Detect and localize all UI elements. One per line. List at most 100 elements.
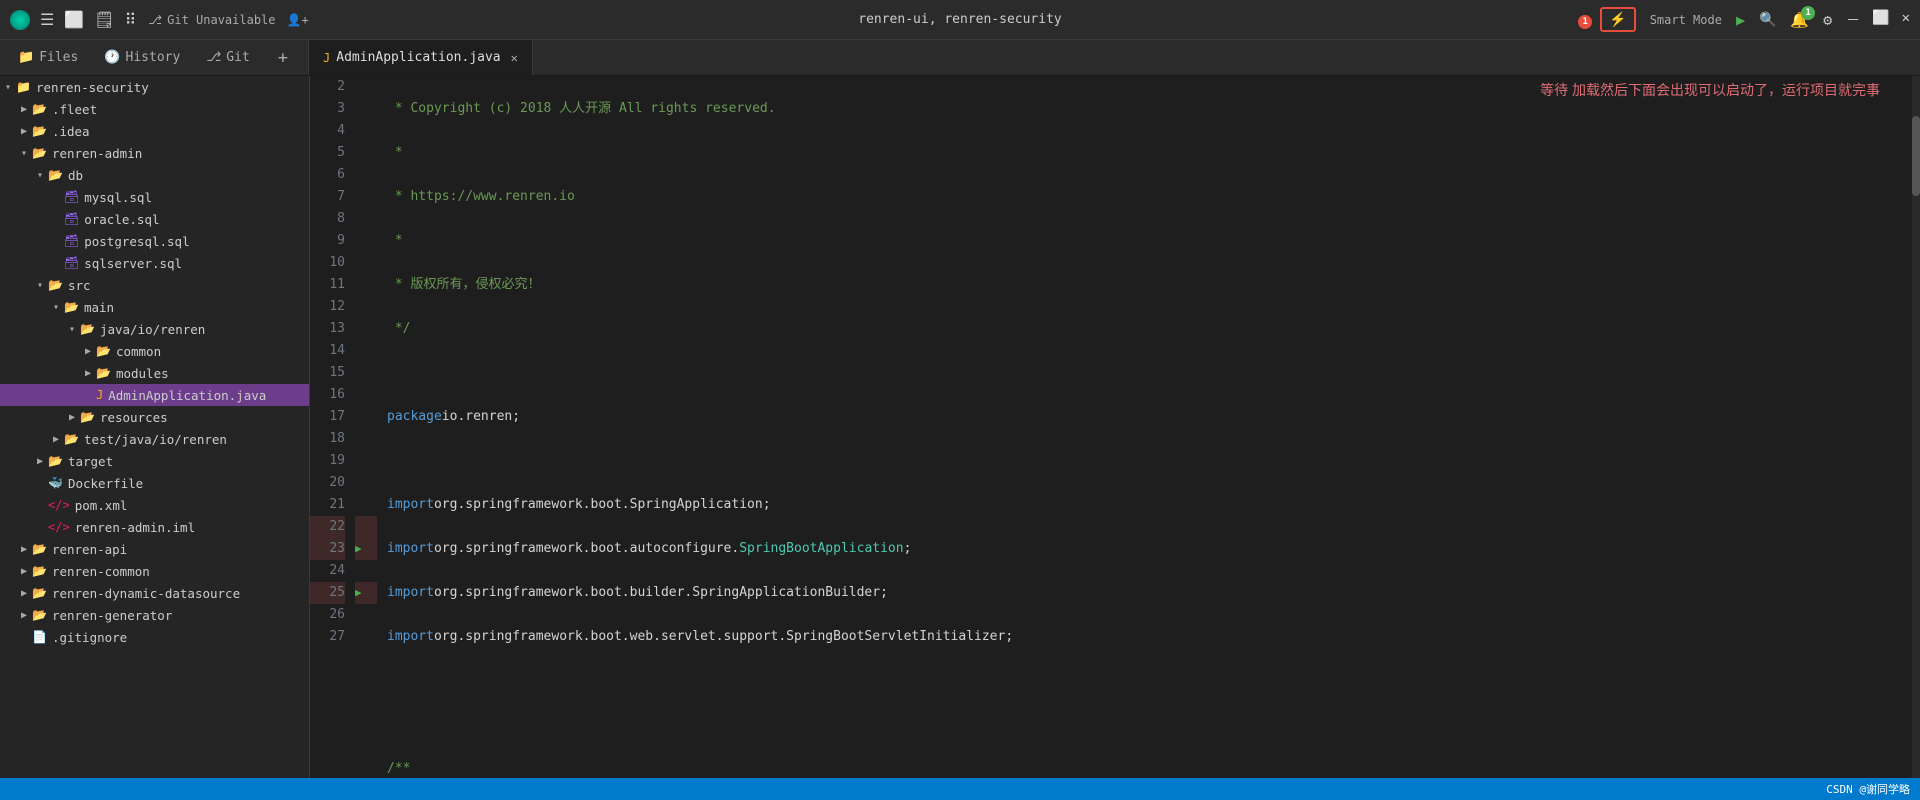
- oracle-file-icon: 🗃: [64, 212, 79, 226]
- tree-item-idea[interactable]: ▶ 📂 .idea: [0, 120, 309, 142]
- search-icon[interactable]: 🔍: [1759, 12, 1776, 28]
- badge-count: 1: [1578, 15, 1592, 29]
- git-status: ⎇ Git Unavailable 👤+: [148, 13, 308, 27]
- main-folder-icon: 📂: [64, 300, 79, 314]
- tree-item-iml[interactable]: </> renren-admin.iml: [0, 516, 309, 538]
- code-line-7: */: [387, 318, 1912, 340]
- bottom-attribution: CSDN @谢同学略: [1826, 781, 1910, 797]
- java-file-icon: J: [323, 51, 330, 65]
- window-controls: － ⬜ ✕: [1846, 10, 1910, 30]
- code-line-2: * Copyright (c) 2018 人人开源 All rights res…: [387, 98, 1912, 120]
- title-bar-right: 1 ⚡ Smart Mode ▶ 🔍 🔔1 ⚙ － ⬜ ✕: [1586, 7, 1910, 32]
- tab-section-left: 📁 Files 🕐 History ⎇ Git +: [0, 40, 309, 75]
- editor-tab-close-button[interactable]: ✕: [511, 51, 518, 65]
- git-tab-icon: ⎇: [206, 50, 221, 65]
- code-line-16: [387, 714, 1912, 736]
- run-icon[interactable]: ▶: [1736, 11, 1745, 29]
- gitignore-file-icon: 📄: [32, 630, 47, 644]
- grid-icon[interactable]: ⠿: [125, 10, 137, 29]
- maximize-button[interactable]: ⬜: [1872, 10, 1889, 30]
- git-icon: ⎇: [148, 13, 162, 27]
- postgresql-file-icon: 🗃: [64, 234, 79, 248]
- code-line-4: * https://www.renren.io: [387, 186, 1912, 208]
- tab-git[interactable]: ⎇ Git: [200, 40, 255, 75]
- tree-item-renren-common[interactable]: ▶ 📂 renren-common: [0, 560, 309, 582]
- tree-item-resources[interactable]: ▶ 📂 resources: [0, 406, 309, 428]
- settings-icon[interactable]: ⚙: [1823, 11, 1832, 29]
- run-gutter: ▶ ▶: [355, 76, 377, 778]
- main-content: ▾ 📁 renren-security ▶ 📂 .fleet ▶ 📂 .idea…: [0, 76, 1920, 778]
- fleet-folder-icon: 📂: [32, 102, 47, 116]
- title-bar: ☰ ⬜ 🗒 ⠿ renren-ui, renren-security ⎇ Git…: [0, 0, 1920, 40]
- scrollbar-thumb[interactable]: [1912, 116, 1920, 196]
- hamburger-menu-icon[interactable]: ☰: [40, 10, 54, 29]
- tree-item-test[interactable]: ▶ 📂 test/java/io/renren: [0, 428, 309, 450]
- tree-item-renren-generator[interactable]: ▶ 📂 renren-generator: [0, 604, 309, 626]
- smart-mode-button[interactable]: ⚡: [1600, 7, 1635, 32]
- tab-git-label: Git: [226, 50, 249, 65]
- add-tab-button[interactable]: +: [270, 48, 296, 68]
- add-account-icon[interactable]: 👤+: [287, 13, 309, 27]
- renren-dynamic-folder-icon: 📂: [32, 586, 47, 600]
- tab-files[interactable]: 📁 Files: [12, 40, 84, 75]
- tree-item-pom[interactable]: </> pom.xml: [0, 494, 309, 516]
- tree-item-java-io-renren[interactable]: ▾ 📂 java/io/renren: [0, 318, 309, 340]
- editor-tab-adminapplication[interactable]: J AdminApplication.java ✕: [309, 40, 533, 75]
- target-folder-icon: 📂: [48, 454, 63, 468]
- root-folder-icon: 📁: [16, 80, 31, 94]
- dockerfile-icon: 🐳: [48, 476, 63, 490]
- src-folder-icon: 📂: [48, 278, 63, 292]
- resources-folder-icon: 📂: [80, 410, 95, 424]
- tree-item-gitignore[interactable]: 📄 .gitignore: [0, 626, 309, 648]
- tree-item-dockerfile[interactable]: 🐳 Dockerfile: [0, 472, 309, 494]
- minimize-button[interactable]: －: [1846, 10, 1860, 30]
- tree-item-modules[interactable]: ▶ 📂 modules: [0, 362, 309, 384]
- files-icon: 📁: [18, 50, 34, 65]
- file-tree-sidebar: ▾ 📁 renren-security ▶ 📂 .fleet ▶ 📂 .idea…: [0, 76, 310, 778]
- code-line-5: *: [387, 230, 1912, 252]
- tab-files-label: Files: [39, 50, 78, 65]
- tree-item-mysql[interactable]: 🗃 mysql.sql: [0, 186, 309, 208]
- code-editor[interactable]: * Copyright (c) 2018 人人开源 All rights res…: [377, 76, 1912, 778]
- sqlserver-file-icon: 🗃: [64, 256, 79, 270]
- tree-item-oracle[interactable]: 🗃 oracle.sql: [0, 208, 309, 230]
- code-line-10: [387, 450, 1912, 472]
- tree-item-renren-dynamic[interactable]: ▶ 📂 renren-dynamic-datasource: [0, 582, 309, 604]
- tree-item-renren-admin[interactable]: ▾ 📂 renren-admin: [0, 142, 309, 164]
- history-icon: 🕐: [104, 50, 120, 65]
- idea-folder-icon: 📂: [32, 124, 47, 138]
- close-button[interactable]: ✕: [1902, 10, 1910, 30]
- run-line23-button[interactable]: ▶: [355, 538, 362, 560]
- app-logo: [10, 10, 30, 30]
- tree-item-postgresql[interactable]: 🗃 postgresql.sql: [0, 230, 309, 252]
- root-folder-label: renren-security: [36, 80, 149, 95]
- tree-item-target[interactable]: ▶ 📂 target: [0, 450, 309, 472]
- code-container: 2 3 4 5 6 7 8 9 10 11 12 13 14 15 16 17 …: [310, 76, 1920, 778]
- tree-item-renren-api[interactable]: ▶ 📂 renren-api: [0, 538, 309, 560]
- editor-scrollbar[interactable]: [1912, 76, 1920, 778]
- run-line25-button[interactable]: ▶: [355, 582, 362, 604]
- code-line-8: [387, 362, 1912, 384]
- bottom-bar: CSDN @谢同学略: [0, 778, 1920, 800]
- layout-icon[interactable]: 🗒: [94, 10, 114, 29]
- code-line-3: *: [387, 142, 1912, 164]
- tree-item-adminapplication[interactable]: J AdminApplication.java: [0, 384, 309, 406]
- tree-item-sqlserver[interactable]: 🗃 sqlserver.sql: [0, 252, 309, 274]
- renren-generator-folder-icon: 📂: [32, 608, 47, 622]
- tree-item-fleet[interactable]: ▶ 📂 .fleet: [0, 98, 309, 120]
- tab-history[interactable]: 🕐 History: [98, 40, 186, 75]
- mysql-file-icon: 🗃: [64, 190, 79, 204]
- git-status-label: Git Unavailable: [167, 13, 275, 27]
- smart-mode-label: Smart Mode: [1650, 13, 1722, 27]
- tree-item-src[interactable]: ▾ 📂 src: [0, 274, 309, 296]
- tree-item-common[interactable]: ▶ 📂 common: [0, 340, 309, 362]
- tree-item-db[interactable]: ▾ 📂 db: [0, 164, 309, 186]
- sidebar-toggle-icon[interactable]: ⬜: [64, 10, 84, 29]
- notifications-icon[interactable]: 🔔1: [1790, 11, 1809, 29]
- test-folder-icon: 📂: [64, 432, 79, 446]
- tree-root[interactable]: ▾ 📁 renren-security: [0, 76, 309, 98]
- code-line-14: import org.springframework.boot.web.serv…: [387, 626, 1912, 648]
- code-line-17: /**: [387, 758, 1912, 778]
- code-line-13: import org.springframework.boot.builder.…: [387, 582, 1912, 604]
- tree-item-main[interactable]: ▾ 📂 main: [0, 296, 309, 318]
